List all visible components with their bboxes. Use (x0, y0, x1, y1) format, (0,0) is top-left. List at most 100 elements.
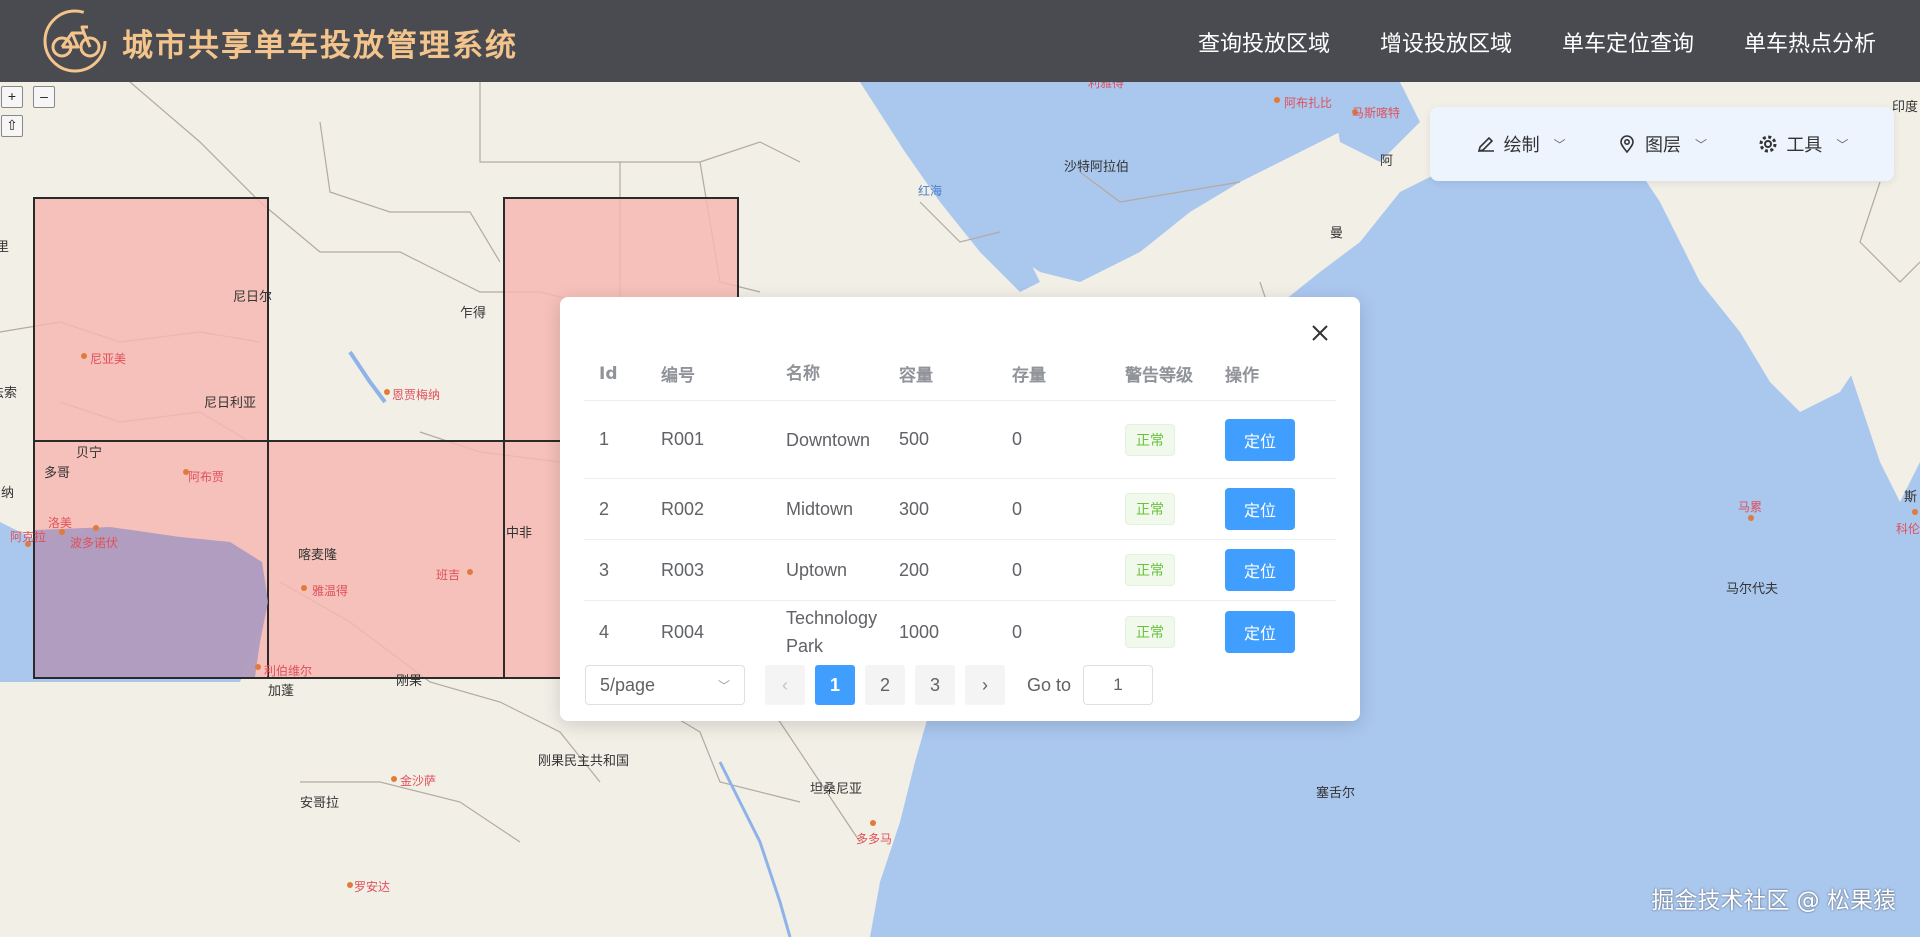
column-header: 名称 (786, 363, 820, 384)
column-header: 警告等级 (1125, 366, 1193, 386)
locate-button[interactable]: 定位 (1225, 488, 1296, 530)
map-label: 加纳 (0, 486, 15, 501)
map-label: 雅温得 (312, 584, 349, 598)
map-label: 阿布扎比 (1284, 96, 1333, 110)
location-pin-icon (1620, 135, 1634, 154)
close-icon[interactable] (1306, 319, 1334, 347)
cell-warning: 正常 (1110, 554, 1210, 586)
map-label: 洛美 (48, 516, 73, 530)
map-label: 沙特阿拉伯 (1064, 160, 1130, 175)
cell-name: Uptown (786, 560, 848, 580)
map-label: 刚果民主共和国 (538, 754, 630, 769)
column-header: 编号 (661, 366, 695, 386)
cell-name: Downtown (786, 429, 871, 450)
goto-page-input[interactable] (1083, 665, 1154, 705)
table-row: 3 R003 Uptown 200 0 正常 定位 (584, 540, 1336, 601)
draw-label: 绘制 (1503, 135, 1540, 156)
column-header: Id (599, 363, 618, 384)
zoom-out-button[interactable]: – (33, 86, 55, 108)
zoom-in-button[interactable]: + (1, 86, 23, 108)
status-badge: 正常 (1125, 554, 1175, 586)
map-label: 贝宁 (76, 446, 103, 461)
page-size-select[interactable]: 5/page ﹀ (585, 665, 745, 705)
cell-id: 3 (599, 559, 610, 580)
map-label: 马尔代夫 (1726, 582, 1779, 597)
map-label: 多哥 (44, 466, 71, 481)
map-label: 安哥拉 (300, 796, 340, 811)
gear-icon (1759, 135, 1777, 153)
app-header: 城市共享单车投放管理系统 查询投放区域 增设投放区域 单车定位查询 单车热点分析 (0, 0, 1920, 82)
next-page-button[interactable]: › (965, 665, 1005, 705)
cell-code: R002 (661, 498, 705, 519)
map-label: 马斯喀特 (1352, 106, 1401, 120)
map-label: 罗安达 (354, 880, 391, 894)
locate-button[interactable]: 定位 (1225, 611, 1296, 653)
map-label: 科伦 (1896, 522, 1920, 536)
locate-button[interactable]: 定位 (1225, 549, 1296, 591)
cell-name: Midtown (786, 499, 854, 519)
cell-action: 定位 (1210, 418, 1336, 461)
cell-code: R003 (661, 559, 705, 580)
map-label: 斯 (1904, 490, 1918, 505)
map-label: 塞舌尔 (1316, 786, 1356, 801)
map-label: 布基纳法索 (0, 386, 18, 401)
table-row: 2 R002 Midtown 300 0 正常 定位 (584, 479, 1336, 540)
cell-warning: 正常 (1110, 616, 1210, 648)
map-label: 阿 (1380, 154, 1394, 169)
cell-stock: 0 (1012, 621, 1023, 642)
map-label: 恩贾梅纳 (392, 388, 441, 402)
page-button-1[interactable]: 1 (815, 665, 855, 705)
map-label: 多多马 (856, 832, 893, 846)
map-label: 尼日尔 (233, 290, 273, 305)
map-label: 加蓬 (268, 684, 295, 699)
zoom-home-button[interactable]: ⇧ (1, 115, 23, 137)
map-label: 印度 (1892, 100, 1919, 115)
nav-bike-locate[interactable]: 单车定位查询 (1562, 26, 1694, 58)
map-label: 利伯维尔 (264, 664, 313, 678)
map-label: 刚果 (396, 674, 423, 689)
page-size-value: 5/page (600, 674, 656, 695)
map-label: 中非 (506, 526, 533, 541)
layer-dropdown[interactable]: 图层 ﹀ (1617, 131, 1707, 157)
cell-action: 定位 (1210, 611, 1336, 653)
layer-label: 图层 (1644, 135, 1681, 156)
main-nav: 查询投放区域 增设投放区域 单车定位查询 单车热点分析 (1198, 26, 1876, 58)
chevron-down-icon: ﹀ (1694, 137, 1707, 152)
locate-button[interactable]: 定位 (1225, 418, 1296, 461)
map-label: 金沙萨 (400, 774, 437, 788)
prev-page-button[interactable]: ‹ (765, 665, 805, 705)
chevron-down-icon: ﹀ (1836, 137, 1849, 152)
tools-label: 工具 (1786, 135, 1823, 156)
nav-hotspot-analysis[interactable]: 单车热点分析 (1744, 26, 1876, 58)
map-label: 乍得 (460, 306, 487, 321)
table-row: 4 R004 Technology Park 1000 0 正常 定位 (584, 601, 1336, 663)
pagination: 5/page ﹀ ‹ 1 2 3 › Go to (585, 665, 1345, 705)
map-label: 阿布贾 (188, 470, 225, 484)
cell-action: 定位 (1210, 549, 1336, 591)
cell-capacity: 1000 (899, 621, 940, 642)
map-label: 班吉 (436, 568, 461, 582)
map-label: 坦桑尼亚 (810, 782, 863, 797)
goto-label: Go to (1027, 674, 1072, 695)
cell-capacity: 500 (899, 429, 930, 449)
chevron-down-icon: ﹀ (717, 678, 730, 693)
chevron-down-icon: ﹀ (1553, 137, 1566, 152)
map-label: 红海 (918, 184, 943, 198)
pen-icon (1477, 136, 1494, 153)
cell-code: R004 (661, 621, 705, 642)
page-button-2[interactable]: 2 (865, 665, 905, 705)
map-label: 尼日利亚 (204, 396, 257, 411)
cell-stock: 0 (1012, 559, 1023, 580)
cell-stock: 0 (1012, 498, 1023, 519)
nav-add-area[interactable]: 增设投放区域 (1380, 26, 1512, 58)
area-list-dialog: Id 编号 名称 容量 存量 警告等级 操作 1 R001 Downtown 5… (560, 297, 1360, 721)
app-title: 城市共享单车投放管理系统 (122, 28, 518, 64)
cell-name: Technology Park (786, 608, 878, 656)
cell-id: 1 (599, 429, 610, 449)
status-badge: 正常 (1125, 423, 1175, 456)
page-button-3[interactable]: 3 (915, 665, 955, 705)
column-header: 存量 (1012, 366, 1046, 386)
tools-dropdown[interactable]: 工具 ﹀ (1758, 131, 1848, 157)
nav-query-area[interactable]: 查询投放区域 (1198, 26, 1330, 58)
draw-dropdown[interactable]: 绘制 ﹀ (1476, 131, 1566, 157)
